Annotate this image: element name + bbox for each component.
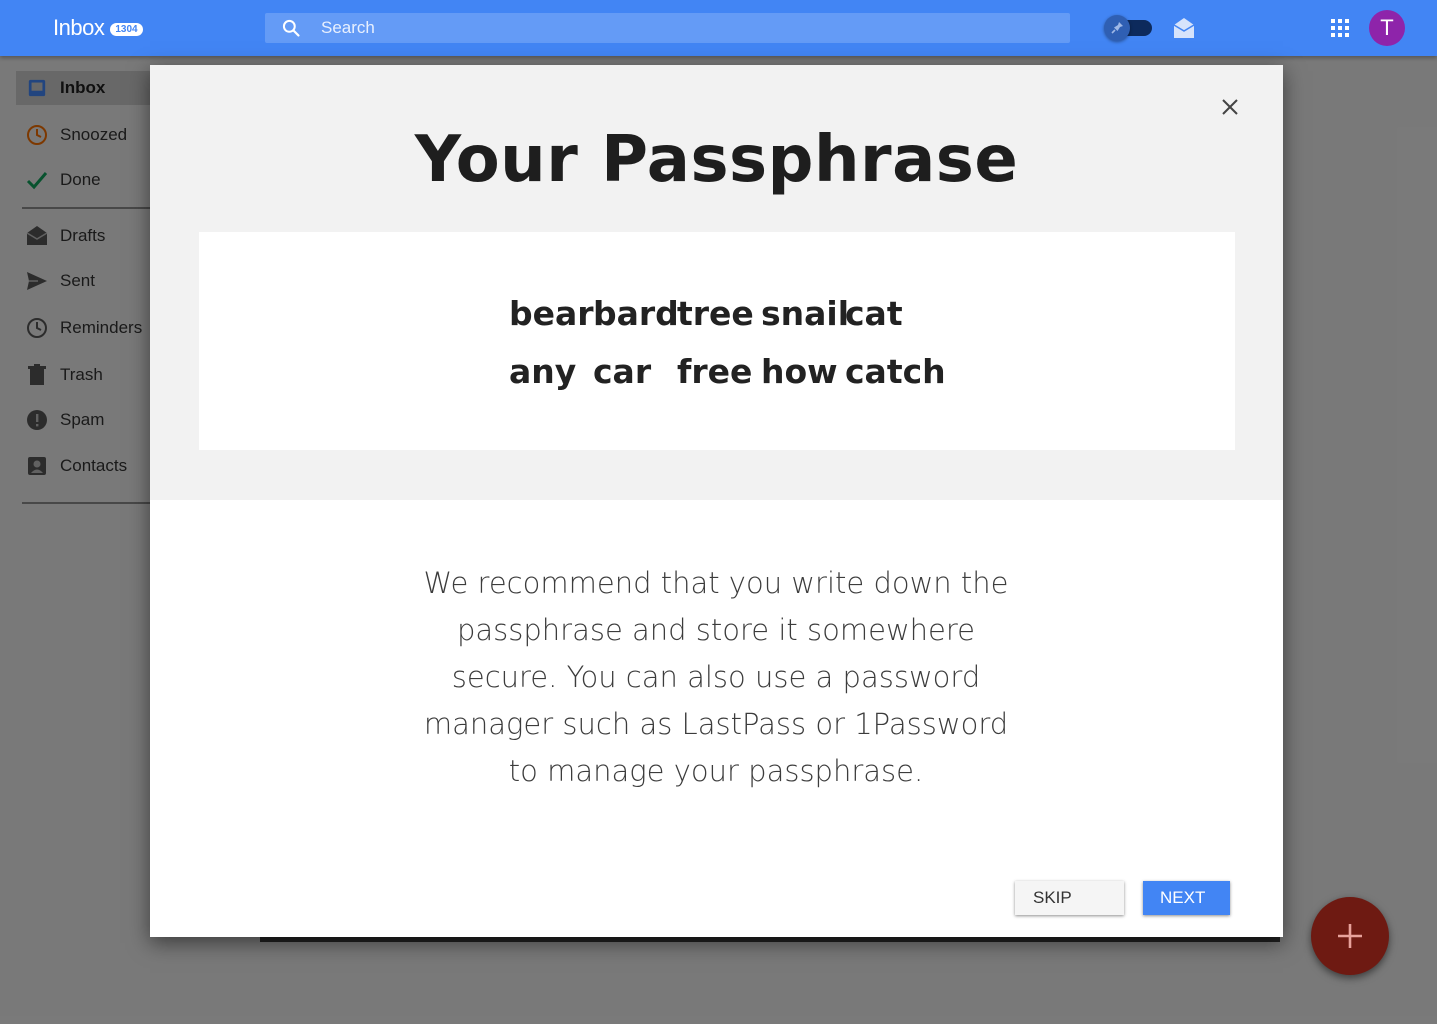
search-box[interactable] bbox=[265, 13, 1070, 43]
search-input[interactable] bbox=[321, 13, 1041, 43]
top-bar: Inbox 1304 T bbox=[0, 0, 1437, 56]
pin-icon bbox=[1104, 15, 1130, 41]
passphrase-word: how bbox=[761, 352, 838, 391]
recommendation-text: We recommend that you write down the pas… bbox=[423, 566, 1009, 788]
passphrase-word: any bbox=[509, 352, 577, 391]
search-icon[interactable] bbox=[281, 18, 301, 38]
passphrase-word: catch bbox=[845, 352, 946, 391]
pinned-toggle[interactable] bbox=[1104, 15, 1152, 41]
plus-icon bbox=[1338, 924, 1362, 948]
app-title: Inbox bbox=[53, 15, 105, 40]
open-mail-icon[interactable] bbox=[1172, 17, 1196, 39]
compose-fab-button[interactable] bbox=[1311, 897, 1389, 975]
apps-grid-icon[interactable] bbox=[1331, 19, 1349, 37]
passphrase-word: bear bbox=[509, 294, 594, 333]
passphrase-word: free bbox=[677, 352, 753, 391]
passphrase-word: cat bbox=[845, 294, 903, 333]
passphrase-word: car bbox=[593, 352, 652, 391]
brand[interactable]: Inbox 1304 bbox=[53, 15, 143, 41]
next-button[interactable]: NEXT bbox=[1143, 881, 1230, 915]
passphrase-word: tree bbox=[677, 294, 754, 333]
passphrase-word: snail bbox=[761, 294, 850, 333]
passphrase-modal: Your Passphrase bear bard tree snail cat… bbox=[150, 65, 1283, 937]
unread-count-badge: 1304 bbox=[110, 22, 143, 36]
modal-title: Your Passphrase bbox=[414, 123, 1019, 197]
avatar[interactable]: T bbox=[1369, 10, 1405, 46]
close-icon[interactable] bbox=[1218, 95, 1242, 119]
passphrase-box: bear bard tree snail cat any car free ho… bbox=[199, 232, 1235, 450]
passphrase-words: bear bard tree snail cat any car free ho… bbox=[509, 294, 946, 392]
passphrase-word: bard bbox=[593, 294, 679, 333]
skip-button[interactable]: SKIP bbox=[1015, 881, 1124, 915]
